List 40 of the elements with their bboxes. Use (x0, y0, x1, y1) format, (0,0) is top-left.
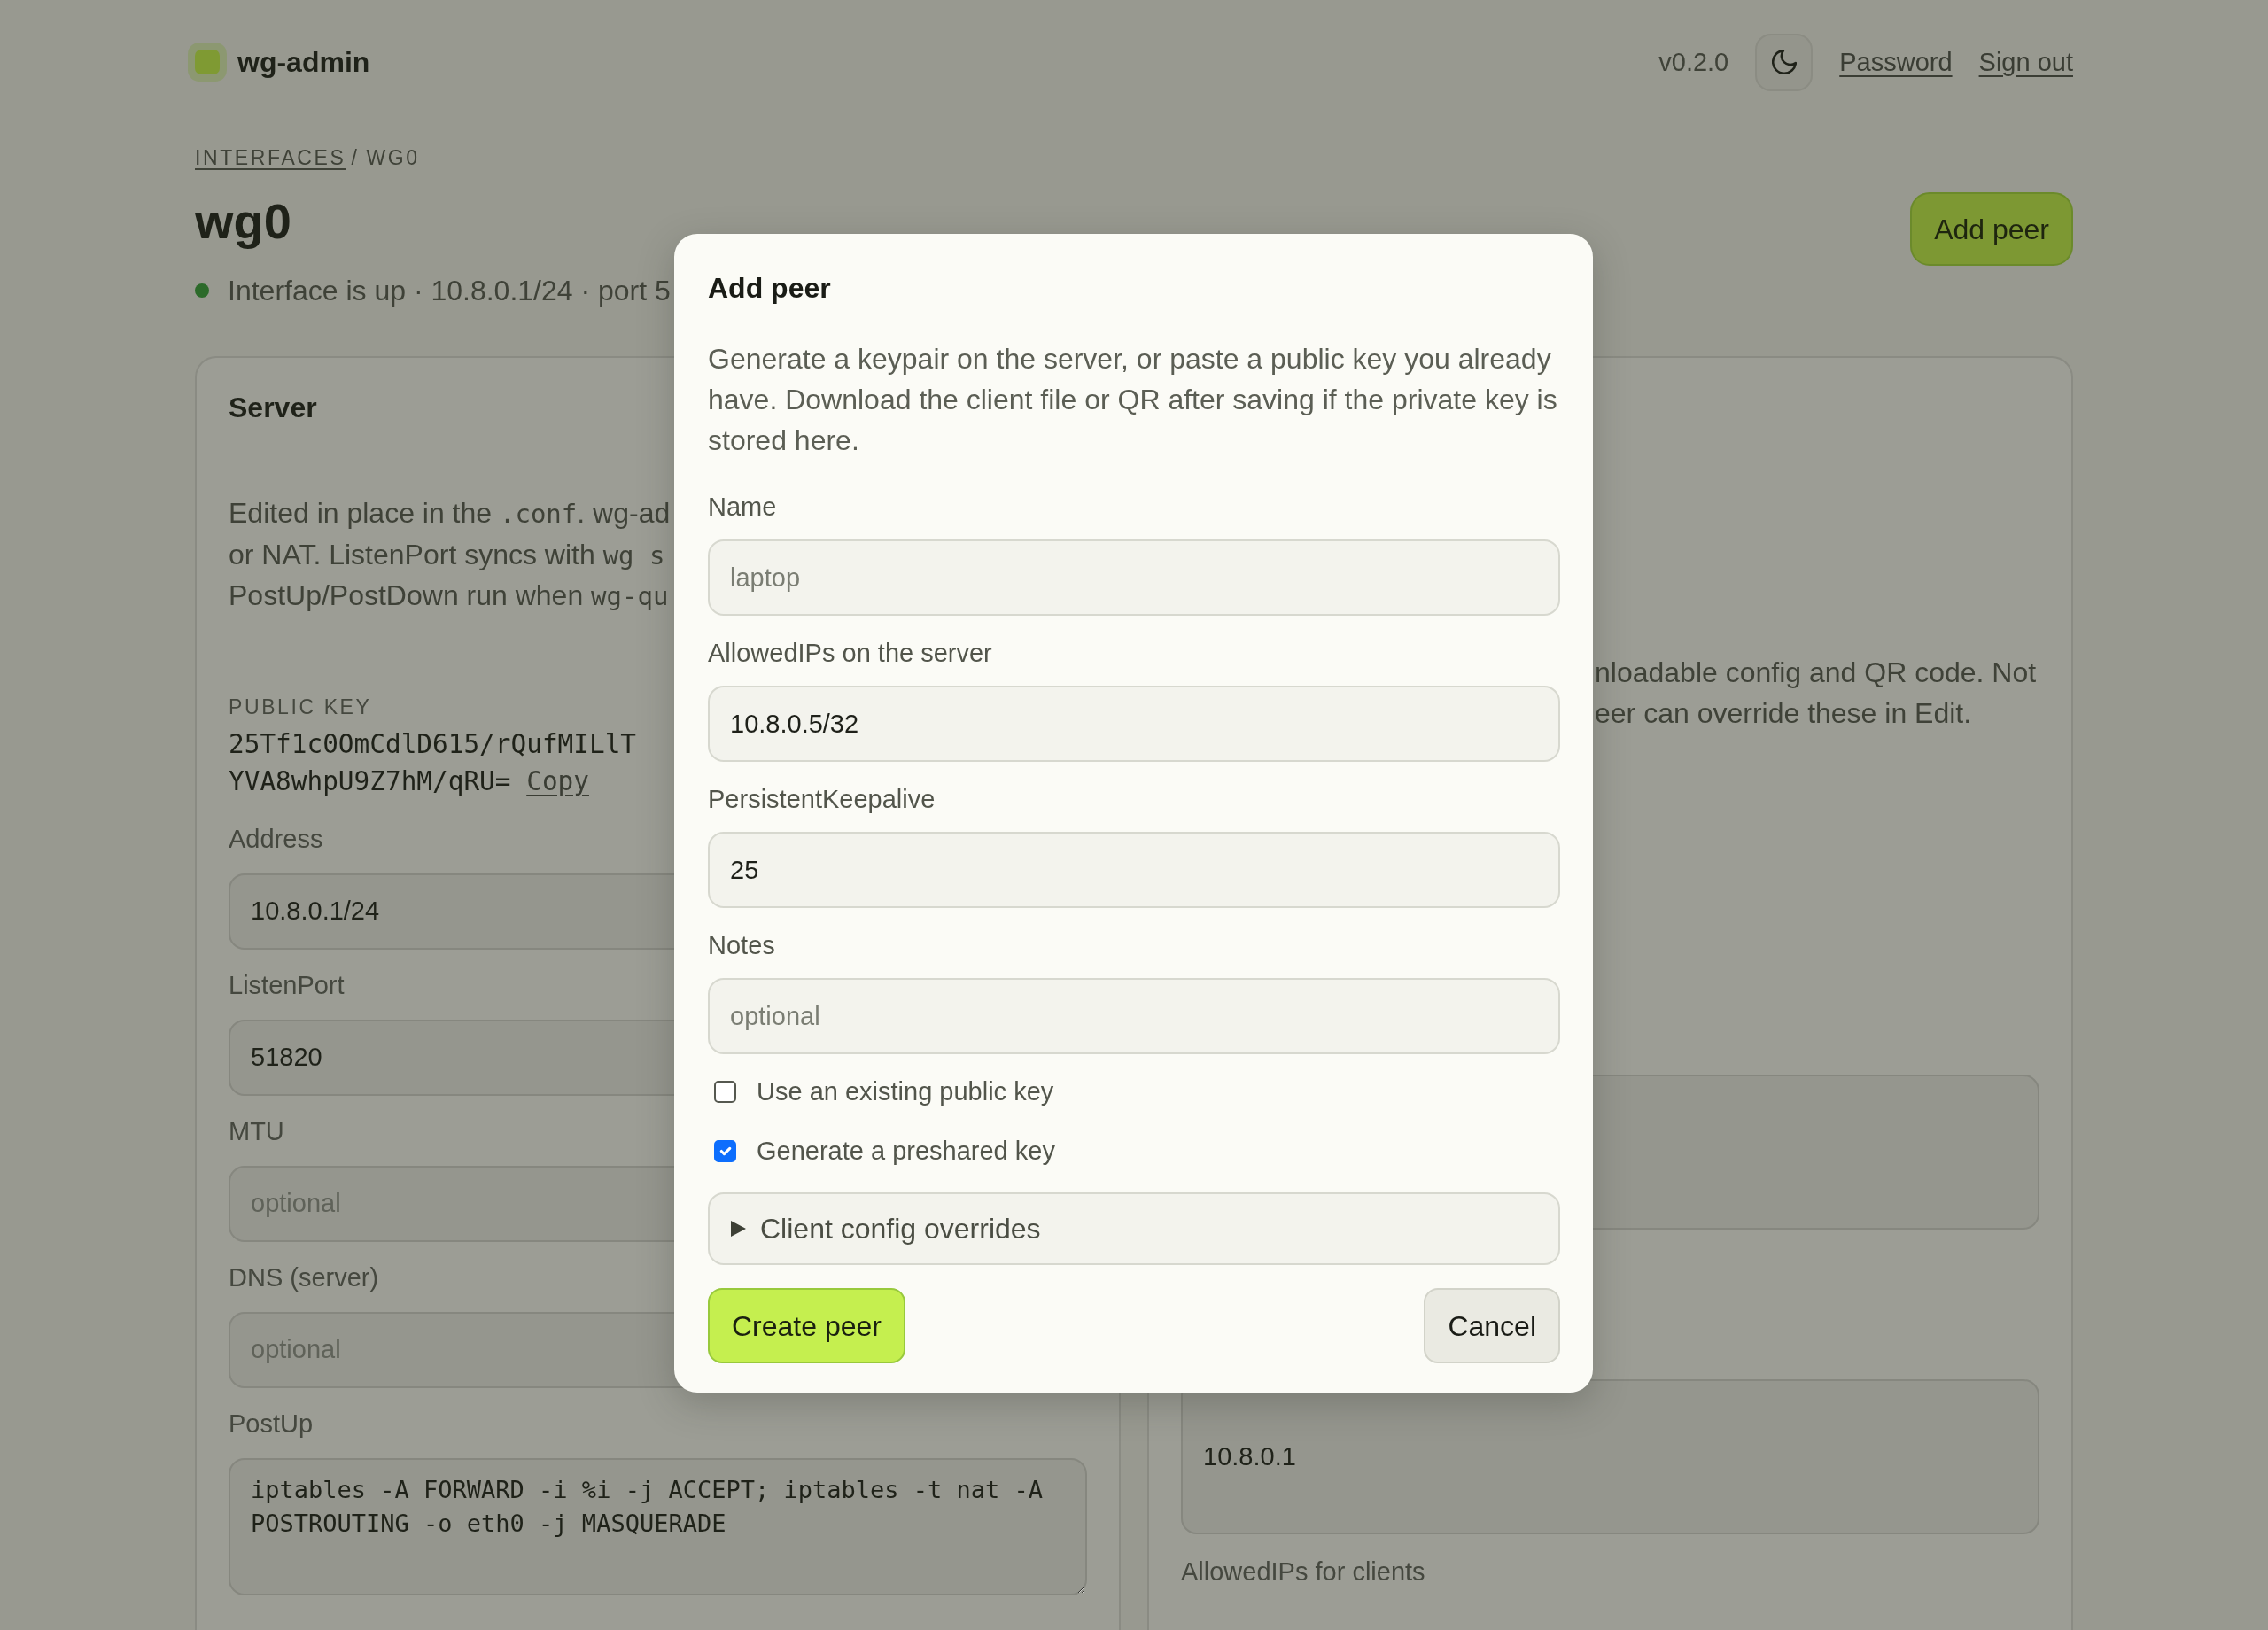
dialog-title: Add peer (708, 271, 831, 305)
moon-icon (1771, 50, 1797, 74)
status-text: Interface is up · 10.8.0.1/24 · port 5 (228, 274, 671, 308)
app-name: wg-admin (237, 45, 370, 80)
collapsible-section-toggle[interactable]: Client config overrides (708, 1192, 1560, 1265)
field-label: PUBLIC KEY (229, 694, 372, 720)
create-peer-button[interactable]: Create peer (708, 1288, 905, 1363)
logo-icon (188, 43, 227, 82)
input-field[interactable]: 25 (708, 832, 1560, 908)
card-title: Server (229, 391, 317, 424)
field-label: PostUp (229, 1408, 314, 1440)
checkbox-label: Generate a preshared key (757, 1136, 1055, 1167)
field-label: AllowedIPs on the server (708, 638, 992, 669)
add-peer-button[interactable]: Add peer (1910, 192, 2073, 266)
public-key-text: 25Tf1c0OmCdlD615/rQufMILlTYVA8whpU9Z7hM/qRU= Copy (229, 727, 638, 798)
version-label: v0.2.0 (1658, 47, 1729, 78)
textarea-field[interactable]: iptables -A FORWARD -i %i -j ACCEPT; iptables -t nat -A POSTROUTING -o eth0 -j MASQUERADE (229, 1457, 1087, 1595)
nav-link[interactable]: Password (1839, 44, 1953, 80)
card-description: Edited in place in the .conf. wg-ad or NAT. ListenPort syncs with wg s PostUp/PostDown run when wg-qu (229, 496, 671, 613)
field-label: ListenPort (229, 969, 345, 1001)
input-field[interactable]: 10.8.0.1 (1181, 1379, 2039, 1534)
nav-link[interactable]: Sign out (1978, 44, 2073, 80)
cancel-button[interactable]: Cancel (1424, 1288, 1560, 1363)
breadcrumb-separator: / (351, 145, 360, 171)
checkbox[interactable] (714, 1080, 736, 1103)
checkbox[interactable] (714, 1139, 736, 1162)
breadcrumb-current: WG0 (366, 145, 420, 171)
field-label: Name (708, 492, 777, 523)
breadcrumb-link[interactable]: INTERFACES (195, 143, 346, 173)
field-label: MTU (229, 1115, 284, 1147)
field-label: DNS (server) (229, 1261, 379, 1293)
page-title: wg0 (195, 192, 291, 251)
field-label: Address (229, 823, 323, 855)
dialog-description: Generate a keypair on the server, or paste a public key you already have. Download the client file or QR after saving if the private key is stored here. (708, 342, 1558, 458)
copy-link[interactable]: Copy (526, 766, 589, 796)
input-field[interactable]: 10.8.0.5/32 (708, 686, 1560, 762)
theme-toggle-button[interactable] (1755, 33, 1814, 91)
field-label: PersistentKeepalive (708, 784, 936, 815)
field-label: AllowedIPs for clients (1181, 1556, 1425, 1587)
card-description: nloadable config and QR code. Not eer can override these in Edit. (1595, 656, 2037, 731)
